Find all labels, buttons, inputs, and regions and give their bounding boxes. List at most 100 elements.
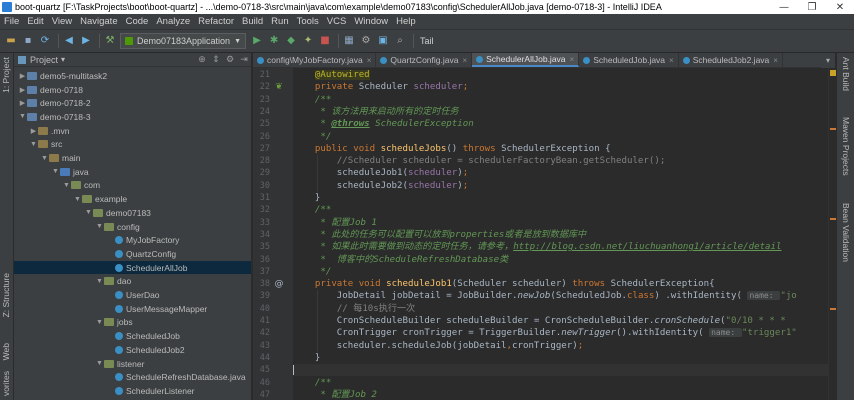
line-number[interactable]: 33 [253,217,270,229]
menu-refactor[interactable]: Refactor [194,16,238,27]
line-number[interactable]: 30 [253,180,270,192]
expand-down-icon[interactable]: ▼ [95,278,104,285]
expand-right-icon[interactable]: ▶ [29,127,38,135]
line-number[interactable]: 42 [253,327,270,339]
minimize-button[interactable]: — [770,2,798,13]
menu-edit[interactable]: Edit [23,16,47,27]
tree-item[interactable]: ▼ example [14,192,251,206]
line-number[interactable]: 26 [253,131,270,143]
editor-tab[interactable]: QuartzConfig.java × [376,53,473,67]
code-line[interactable]: } [293,352,828,364]
scroll-from-source-icon[interactable]: ⊕ [195,54,209,65]
line-number[interactable]: 35 [253,241,270,253]
line-number[interactable]: 37 [253,266,270,278]
code-line[interactable]: } [293,192,828,204]
tree-item[interactable]: SchedulerListener [14,384,251,398]
code-line[interactable]: private void scheduleJob1(Scheduler sche… [293,278,828,290]
editor-tab[interactable]: config\MyJobFactory.java × [253,53,377,67]
editor-tab[interactable]: SchedulerAllJob.java × [472,53,580,67]
line-number[interactable]: 40 [253,303,270,315]
collapse-all-icon[interactable]: ⇕ [209,54,223,65]
maven-projects-tool-button[interactable]: Maven Projects [841,117,851,176]
coverage-icon[interactable]: ◆ [284,34,298,48]
menu-window[interactable]: Window [350,16,392,27]
tree-item[interactable]: QuartzConfig [14,247,251,261]
tree-item[interactable]: UserMessageMapper [14,302,251,316]
expand-down-icon[interactable]: ▼ [95,223,104,230]
editor-tab[interactable]: ScheduledJob2.java × [679,53,783,67]
line-number[interactable]: 36 [253,254,270,266]
line-number[interactable]: 38 [253,278,270,290]
code-line[interactable]: */ [293,266,828,278]
code-line[interactable] [293,364,828,377]
line-number[interactable]: 43 [253,340,270,352]
code-line[interactable]: * 配置Job 1 [293,217,828,229]
tree-item[interactable]: ▼ jobs [14,316,251,330]
expand-down-icon[interactable]: ▼ [95,360,104,367]
structure-tool-button[interactable]: Z: Structure [1,273,11,317]
tree-item[interactable]: ▼ java [14,165,251,179]
code-line[interactable]: * 该方法用来启动所有的定时任务 [293,106,828,118]
editor-tab[interactable]: ScheduledJob.java × [579,53,679,67]
close-tab-icon[interactable]: × [367,56,372,65]
run-configuration-select[interactable]: Demo07183Application ▼ [120,33,247,49]
spring-bean-icon[interactable]: ❦ [273,81,285,93]
gear-icon[interactable]: ⚙ [223,54,237,65]
code-line[interactable]: JobDetail jobDetail = JobBuilder.newJob(… [293,290,828,302]
save-all-icon[interactable]: ▪ [21,34,35,48]
line-number[interactable]: 41 [253,315,270,327]
line-number[interactable]: 39 [253,290,270,302]
tree-item[interactable]: ▶ demo5-multitask2 [14,69,251,83]
code-line[interactable]: * 此处的任务可以配置可以放到properties或者是放到数据库中 [293,229,828,241]
error-stripe[interactable] [828,68,836,400]
expand-down-icon[interactable]: ▼ [95,319,104,326]
profile-icon[interactable]: ✦ [301,34,315,48]
menu-view[interactable]: View [48,16,76,27]
close-tab-icon[interactable]: × [773,56,778,65]
expand-down-icon[interactable]: ▼ [40,155,49,162]
line-number[interactable]: 28 [253,155,270,167]
chevron-down-icon[interactable]: ▾ [61,55,65,64]
override-annotation-icon[interactable]: @ [273,278,285,290]
code-line[interactable]: * 如果此时需要做到动态的定时任务，请参考，http://blog.csdn.n… [293,241,828,253]
code-editor[interactable]: 21 22 23 24 25 26 27 28 29 30 31 32 33 34 35 36 37 38 39 40… [253,68,828,400]
back-arrow-icon[interactable]: ◀ [62,34,76,48]
forward-arrow-icon[interactable]: ▶ [79,34,93,48]
open-folder-icon[interactable]: ▬ [4,34,18,48]
sdk-icon[interactable]: ▣ [376,34,390,48]
tree-item[interactable]: ▼ src [14,138,251,152]
search-icon[interactable]: ⌕ [393,34,407,48]
sync-icon[interactable]: ⟳ [38,34,52,48]
tree-item[interactable]: ScheduleRefreshDatabase.java [14,370,251,384]
close-tab-icon[interactable]: × [462,56,467,65]
tree-item[interactable]: ▶ demo-0718 [14,83,251,97]
tree-item[interactable]: ▼ config [14,220,251,234]
line-number[interactable]: 27 [253,143,270,155]
bean-validation-tool-button[interactable]: Bean Validation [841,203,851,262]
line-number[interactable]: 47 [253,389,270,400]
line-number[interactable]: 29 [253,167,270,179]
menu-run[interactable]: Run [267,16,292,27]
ant-build-tool-button[interactable]: Ant Build [841,57,851,91]
line-number[interactable]: 23 [253,94,270,106]
run-icon[interactable]: ▶ [250,34,264,48]
tree-item[interactable]: ▼ com [14,179,251,193]
line-number[interactable]: 32 [253,204,270,216]
tree-item[interactable]: ▼ demo07183 [14,206,251,220]
menu-vcs[interactable]: VCS [323,16,351,27]
expand-down-icon[interactable]: ▼ [62,182,71,189]
hide-panel-icon[interactable]: ⇥ [237,54,251,65]
settings-icon[interactable]: ⚙ [359,34,373,48]
menu-code[interactable]: Code [122,16,153,27]
line-number[interactable]: 22 [253,81,270,93]
project-structure-icon[interactable]: ▦ [342,34,356,48]
menu-file[interactable]: File [0,16,23,27]
code-line[interactable]: //Scheduler scheduler = schedulerFactory… [293,155,828,167]
line-number[interactable]: 24 [253,106,270,118]
expand-down-icon[interactable]: ▼ [84,209,93,216]
tree-item[interactable]: ▼ dao [14,275,251,289]
close-window-button[interactable]: ✕ [826,2,854,13]
project-tool-button[interactable]: 1: Project [1,57,11,93]
code-area[interactable]: @Autowired private Scheduler scheduler; … [293,68,828,400]
expand-down-icon[interactable]: ▼ [18,113,27,120]
